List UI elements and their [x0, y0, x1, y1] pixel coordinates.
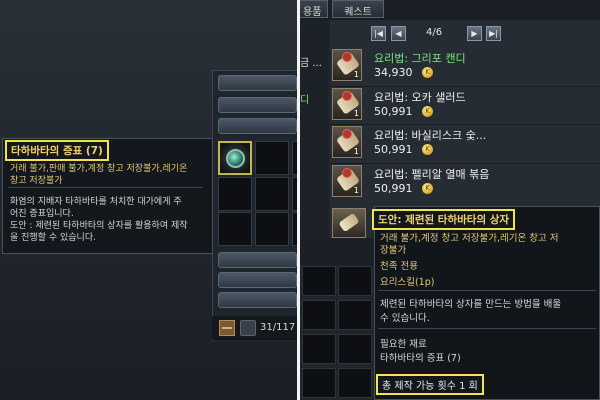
- last-page-button[interactable]: ▶|: [486, 26, 501, 41]
- recipe-price: 50,991: [374, 105, 413, 118]
- tab-quest[interactable]: 퀘스트: [332, 0, 384, 18]
- recipe-tooltip-material: 타하바타의 증표 (7): [380, 353, 461, 364]
- tooltip-divider: [378, 290, 596, 291]
- recipe-name: 요리법: 바실리스크 숯...: [374, 129, 487, 142]
- recipe-tooltip-restriction: 거래 불가,계정 창고 저장불가,레기온 창고 저: [380, 233, 559, 244]
- item-tooltip-description: 을 진행할 수 있습니다.: [10, 233, 96, 243]
- gold-coin-icon: K: [422, 106, 433, 117]
- recipe-row[interactable]: 1 요리법: 오카 샐러드 50,991 K: [330, 87, 504, 125]
- recipe-scroll-icon: 1: [332, 165, 362, 197]
- prev-page-button[interactable]: ◀: [391, 26, 406, 41]
- recipe-tooltip-race: 천족 전용: [380, 261, 418, 272]
- item-tooltip-title: 타하바타의 증표 (7): [5, 140, 109, 161]
- category-column-label: 금 ...: [300, 58, 322, 69]
- recipe-row[interactable]: 1 요리법: 펠리알 열매 볶음 50,991 K: [330, 164, 504, 202]
- recipe-price: 50,991: [374, 182, 413, 195]
- inventory-slot[interactable]: [338, 300, 372, 330]
- recipe-tooltip-material-label: 필요한 재료: [380, 339, 427, 350]
- inventory-slot[interactable]: [302, 334, 336, 364]
- category-column-label: 디: [300, 95, 310, 106]
- inventory-slot[interactable]: [338, 368, 372, 398]
- inventory-category-bar[interactable]: [218, 118, 297, 134]
- recipe-name: 요리법: 그리포 캔디: [374, 52, 466, 65]
- recipe-row[interactable]: 1 요리법: 그리포 캔디 34,930 K: [330, 48, 504, 86]
- left-panel: 31/117 타하바타의 증표 (7) 거래 불가,판매 불가,계정 창고 저장…: [0, 0, 297, 400]
- tahabata-token-icon: [226, 149, 245, 168]
- inventory-slot[interactable]: [302, 266, 336, 296]
- inventory-slot-selected[interactable]: [218, 141, 252, 175]
- inventory-slot[interactable]: [255, 212, 289, 246]
- inventory-slot[interactable]: [255, 177, 289, 211]
- recipe-scroll-icon: 1: [332, 126, 362, 158]
- gold-coin-icon: K: [422, 67, 433, 78]
- recipe-tooltip-restriction: 장불가: [380, 245, 407, 256]
- recipe-name: 요리법: 오카 샐러드: [374, 91, 466, 104]
- item-tooltip-restriction: 창고 저장불가: [10, 176, 63, 186]
- recipe-tooltip-skill: 요리스킬(1p): [380, 277, 435, 288]
- inventory-slot[interactable]: [338, 266, 372, 296]
- tooltip-divider: [378, 328, 596, 329]
- recipe-price: 34,930: [374, 66, 413, 79]
- selected-recipe-icon[interactable]: [332, 208, 366, 238]
- inventory-category-bar[interactable]: [218, 272, 297, 288]
- next-page-button[interactable]: ▶: [467, 26, 482, 41]
- right-panel: 용품 퀘스트 금 ... 디 |◀ ◀ 4/6 ▶ ▶| 1 요리법: 그리포 …: [300, 0, 600, 400]
- inventory-count: 31/117: [260, 322, 296, 333]
- inventory-slot[interactable]: [218, 177, 252, 211]
- recipe-tooltip-description: 제련된 타하바타의 상자를 만드는 방법을 배울: [380, 299, 562, 310]
- inventory-category-bar[interactable]: [218, 252, 297, 268]
- recipe-row[interactable]: 1 요리법: 바실리스크 숯... 50,991 K: [330, 125, 504, 163]
- inventory-category-bar[interactable]: [218, 292, 297, 308]
- bag-icon[interactable]: [240, 320, 256, 336]
- inventory-slot[interactable]: [302, 368, 336, 398]
- recipe-tooltip-description: 수 있습니다.: [380, 313, 430, 324]
- recipe-name: 요리법: 펠리알 열매 볶음: [374, 168, 490, 181]
- screenshot-root: 31/117 타하바타의 증표 (7) 거래 불가,판매 불가,계정 창고 저장…: [0, 0, 600, 400]
- inventory-slot[interactable]: [218, 212, 252, 246]
- first-page-button[interactable]: |◀: [371, 26, 386, 41]
- tab-supplies[interactable]: 용품: [300, 0, 328, 18]
- tooltip-divider: [8, 187, 203, 188]
- gold-coin-icon: K: [422, 183, 433, 194]
- inventory-slot[interactable]: [255, 141, 289, 175]
- category-column: [300, 20, 328, 240]
- recipe-scroll-icon: 1: [332, 88, 362, 120]
- inventory-category-bar[interactable]: [218, 97, 297, 113]
- inventory-slot[interactable]: [302, 300, 336, 330]
- recipe-tooltip-title: 도안: 제련된 타하바타의 상자: [372, 209, 516, 230]
- gold-coin-icon: K: [422, 144, 433, 155]
- page-indicator: 4/6: [426, 27, 443, 38]
- craft-count: 총 제작 가능 횟수 1 회: [376, 374, 484, 395]
- warehouse-chest-icon[interactable]: [219, 320, 235, 336]
- inventory-category-bar[interactable]: [218, 75, 297, 91]
- inventory-slot[interactable]: [338, 334, 372, 364]
- recipe-scroll-icon: 1: [332, 49, 362, 81]
- recipe-price: 50,991: [374, 143, 413, 156]
